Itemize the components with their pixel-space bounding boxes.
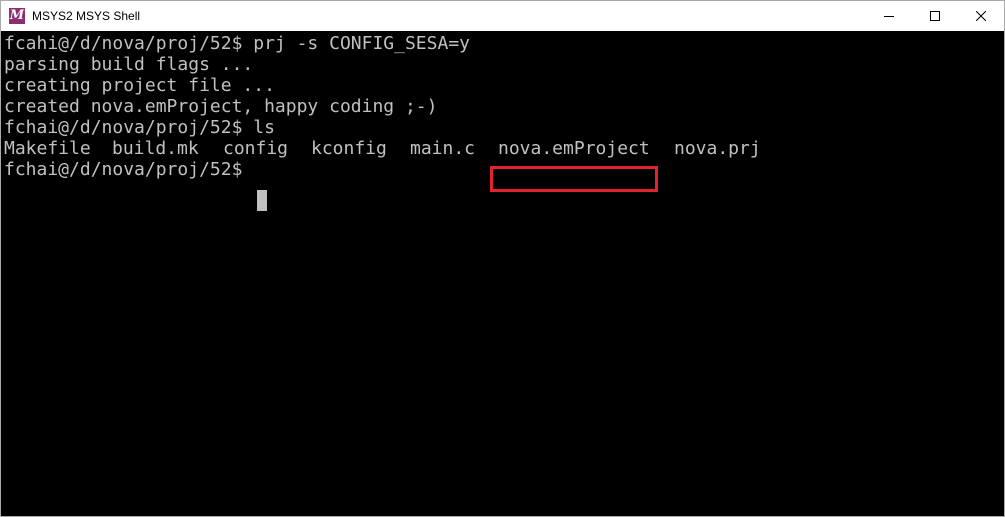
terminal-output[interactable]: fcahi@/d/nova/proj/52$ prj -s CONFIG_SES… bbox=[1, 32, 1004, 516]
ls-entry: kconfig bbox=[311, 138, 387, 159]
maximize-icon bbox=[930, 11, 940, 21]
ls-entry: nova.prj bbox=[674, 138, 761, 159]
terminal-line: created nova.emProject, happy coding ;-) bbox=[4, 96, 438, 117]
ls-entry: Makefile bbox=[4, 138, 91, 159]
minimize-icon bbox=[884, 16, 894, 17]
ls-entry: config bbox=[223, 138, 289, 159]
ls-entry: main.c bbox=[410, 138, 476, 159]
msys2-logo-icon[interactable]: M bbox=[9, 8, 25, 24]
terminal-line: creating project file ... bbox=[4, 75, 275, 96]
ls-output-line: Makefile build.mk config kconfig main.c … bbox=[4, 138, 994, 159]
maximize-button[interactable] bbox=[912, 1, 958, 31]
window-title: MSYS2 MSYS Shell bbox=[32, 9, 141, 23]
ls-entry-highlighted: nova.emProject bbox=[498, 138, 650, 159]
prompt-line: fchai@/d/nova/proj/52$ bbox=[4, 159, 243, 180]
terminal-line: fcahi@/d/nova/proj/52$ prj -s CONFIG_SES… bbox=[4, 33, 470, 54]
terminal-line: fchai@/d/nova/proj/52$ ls bbox=[4, 117, 275, 138]
close-button[interactable] bbox=[958, 1, 1004, 31]
terminal-line: parsing build flags ... bbox=[4, 54, 254, 75]
msys2-window: M MSYS2 MSYS Shell fcahi@/d/nova/proj/52… bbox=[0, 0, 1005, 517]
close-icon bbox=[976, 11, 986, 21]
highlight-box bbox=[490, 166, 658, 192]
title-bar[interactable]: M MSYS2 MSYS Shell bbox=[1, 1, 1004, 31]
text-cursor bbox=[257, 190, 267, 211]
minimize-button[interactable] bbox=[866, 1, 912, 31]
window-controls bbox=[866, 1, 1004, 31]
ls-entry: build.mk bbox=[112, 138, 199, 159]
